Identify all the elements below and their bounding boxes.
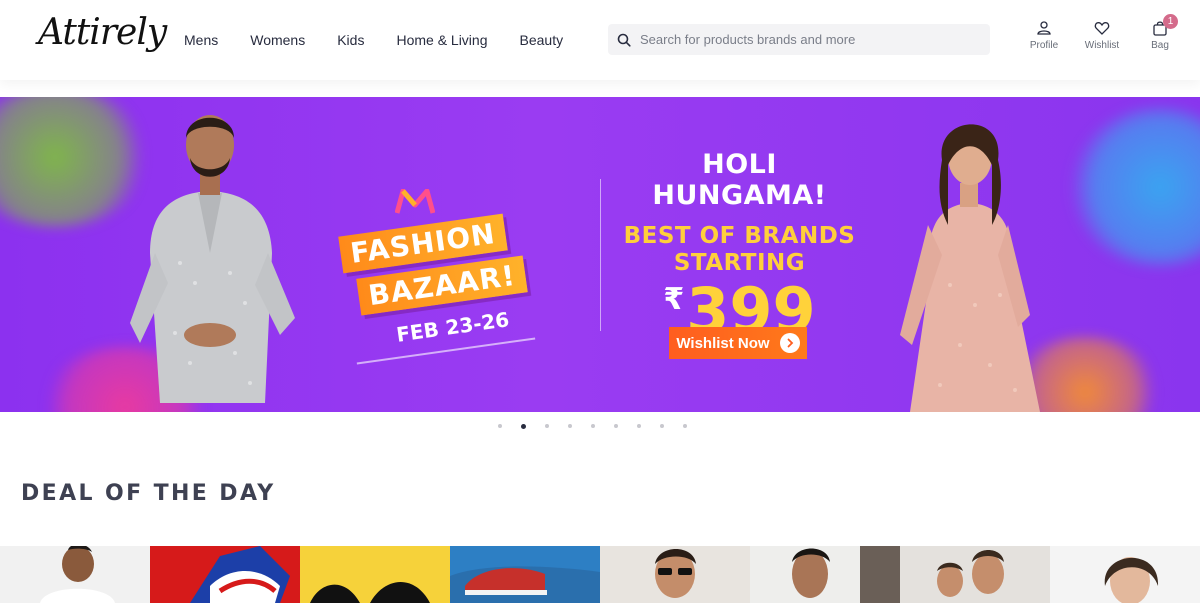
carousel-dots bbox=[498, 424, 706, 429]
deal-card[interactable] bbox=[600, 546, 750, 603]
deal-card[interactable] bbox=[450, 546, 600, 603]
deal-card[interactable] bbox=[0, 546, 150, 603]
nav-item-home-living[interactable]: Home & Living bbox=[380, 32, 503, 48]
wishlist-button[interactable]: Wishlist bbox=[1076, 18, 1128, 51]
fashion-bazaar-graphic: FASHION BAZAAR! FEB 23-26 bbox=[330, 213, 560, 387]
carousel-dot-2[interactable] bbox=[521, 424, 526, 429]
date-underline bbox=[356, 337, 536, 365]
deal-card[interactable] bbox=[300, 546, 450, 603]
banner-divider bbox=[600, 179, 601, 331]
bag-label: Bag bbox=[1151, 40, 1169, 51]
carousel-dot-1[interactable] bbox=[498, 424, 502, 428]
brand-logo[interactable]: Attirely bbox=[38, 12, 167, 53]
carousel-dot-4[interactable] bbox=[568, 424, 572, 428]
carousel-dot-5[interactable] bbox=[591, 424, 595, 428]
carousel-dot-6[interactable] bbox=[614, 424, 618, 428]
chevron-right-icon bbox=[779, 333, 800, 353]
promo-title: HOLI HUNGAMA! bbox=[652, 149, 827, 211]
search-input[interactable] bbox=[640, 32, 970, 47]
carousel-dot-3[interactable] bbox=[545, 424, 549, 428]
nav-item-kids[interactable]: Kids bbox=[321, 32, 380, 48]
header-actions: Profile Wishlist 1 Bag bbox=[1018, 14, 1192, 51]
site-header: Attirely Mens Womens Kids Home & Living … bbox=[0, 0, 1200, 80]
profile-label: Profile bbox=[1029, 40, 1059, 51]
sale-dates: FEB 23-26 bbox=[394, 307, 511, 347]
nav-item-womens[interactable]: Womens bbox=[234, 32, 321, 48]
bag-icon: 1 bbox=[1150, 14, 1178, 38]
nav-item-mens[interactable]: Mens bbox=[168, 32, 234, 48]
wishlist-label: Wishlist bbox=[1084, 40, 1120, 51]
deal-card[interactable] bbox=[150, 546, 300, 603]
carousel-dot-8[interactable] bbox=[660, 424, 664, 428]
bag-count-badge: 1 bbox=[1163, 14, 1178, 29]
user-icon bbox=[1034, 18, 1054, 38]
bag-button[interactable]: 1 Bag bbox=[1134, 14, 1186, 51]
model-man-image bbox=[130, 115, 295, 403]
profile-button[interactable]: Profile bbox=[1018, 18, 1070, 51]
search-bar bbox=[608, 24, 990, 55]
deal-card[interactable] bbox=[750, 546, 900, 603]
promo-subtitle-line1: BEST OF BRANDS bbox=[623, 223, 856, 249]
color-splash-blue bbox=[1070, 107, 1200, 267]
deal-card[interactable] bbox=[1050, 546, 1200, 603]
section-title-deal-of-the-day: DEAL OF THE DAY bbox=[21, 481, 276, 506]
carousel-dot-7[interactable] bbox=[637, 424, 641, 428]
model-woman-image bbox=[900, 124, 1040, 412]
m-logo-icon bbox=[395, 189, 435, 214]
main-nav: Mens Womens Kids Home & Living Beauty bbox=[168, 0, 579, 80]
hero-banner[interactable]: FASHION BAZAAR! FEB 23-26 HOLI HUNGAMA! … bbox=[0, 97, 1200, 412]
deal-cards-row bbox=[0, 546, 1200, 603]
heart-icon bbox=[1092, 18, 1112, 38]
nav-item-beauty[interactable]: Beauty bbox=[504, 32, 580, 48]
carousel-dot-9[interactable] bbox=[683, 424, 687, 428]
search-icon[interactable] bbox=[608, 24, 640, 55]
promo-subtitle-line2: STARTING bbox=[673, 250, 806, 276]
promo-text-block: HOLI HUNGAMA! BEST OF BRANDS STARTING ₹ … bbox=[612, 149, 867, 343]
deal-card[interactable] bbox=[900, 546, 1050, 603]
price-currency: ₹ bbox=[663, 282, 685, 317]
wishlist-now-button[interactable]: Wishlist Now bbox=[669, 327, 807, 359]
wishlist-now-label: Wishlist Now bbox=[676, 334, 770, 352]
